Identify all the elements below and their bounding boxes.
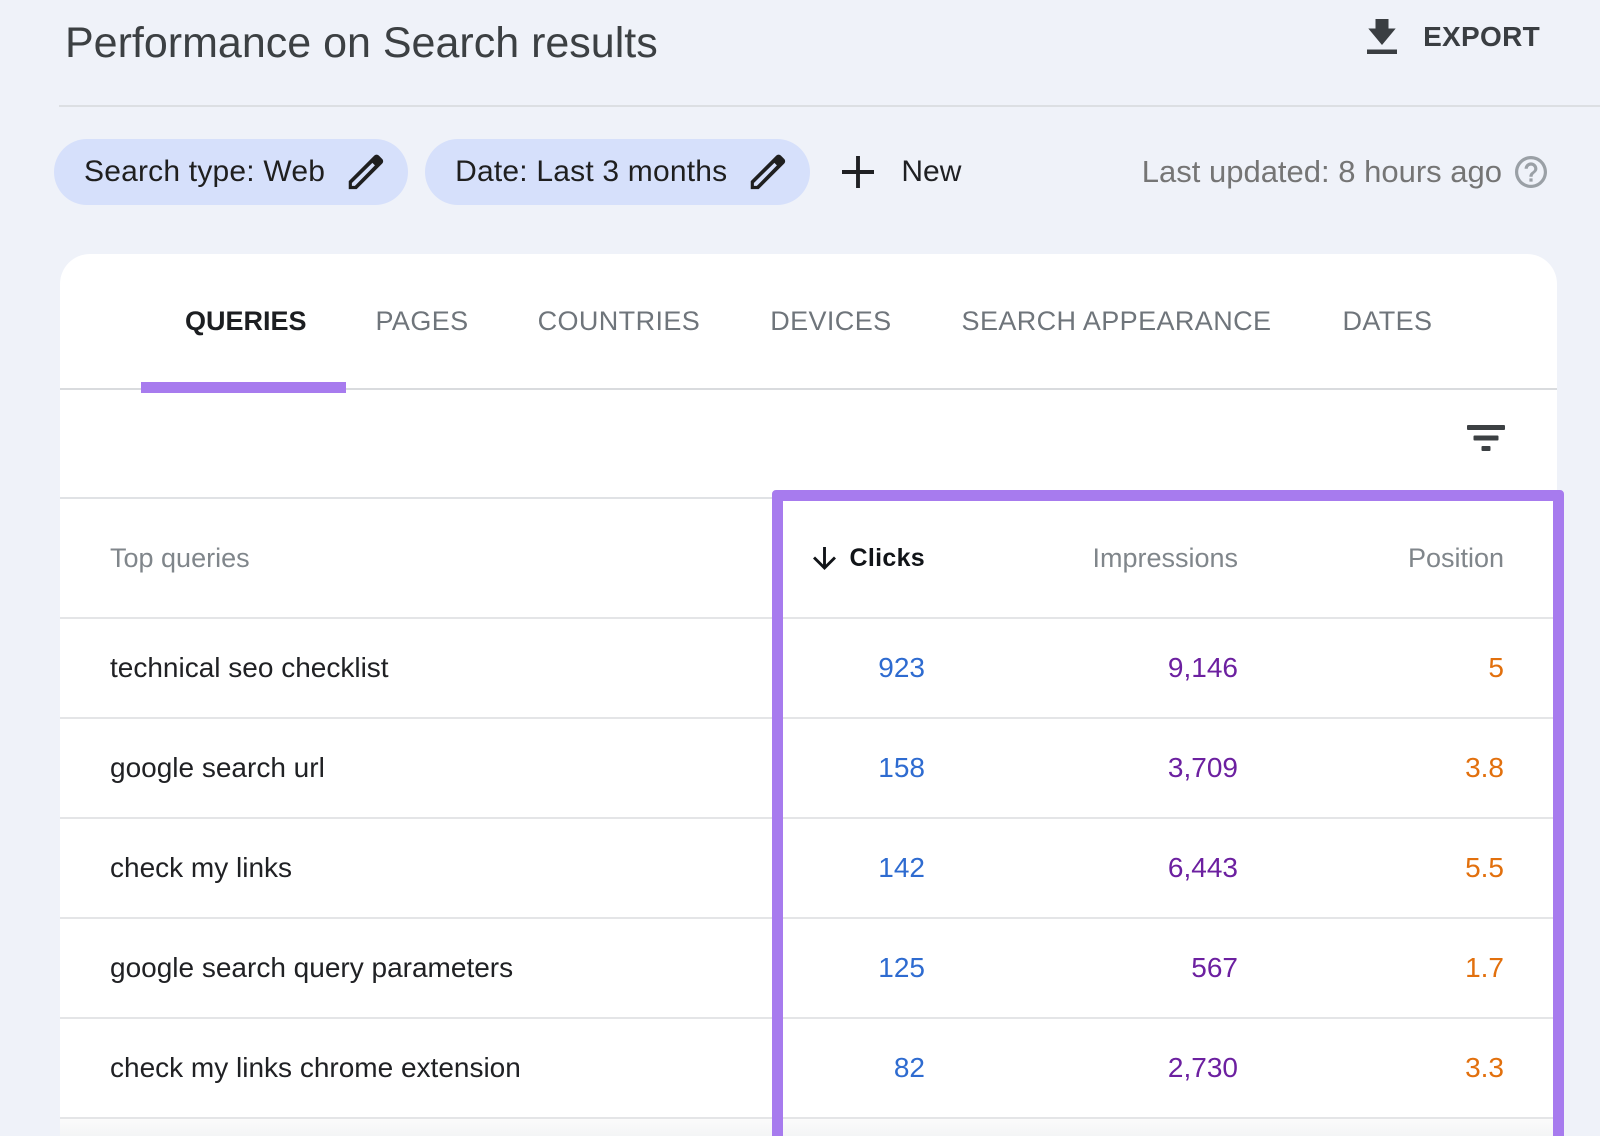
new-filter-label: New [901, 155, 961, 189]
impressions-cell: 567 [925, 952, 1238, 984]
edit-pencil-icon [750, 154, 786, 190]
table-row[interactable]: google search url 158 3,709 3.8 [60, 719, 1557, 819]
table-row[interactable]: technical seo checklist 923 9,146 5 [60, 619, 1557, 719]
query-cell: google search query parameters [110, 952, 610, 984]
page-title: Performance on Search results [65, 19, 658, 67]
tab-queries[interactable]: QUERIES [185, 306, 307, 337]
clicks-cell: 923 [610, 652, 925, 684]
new-filter-button[interactable]: New [842, 155, 961, 189]
last-updated: Last updated: 8 hours ago [1142, 139, 1547, 205]
edit-pencil-icon [348, 154, 384, 190]
clicks-header-label: Clicks [850, 544, 925, 573]
impressions-cell: 9,146 [925, 652, 1238, 684]
download-icon [1367, 19, 1397, 54]
header-divider [59, 105, 1600, 107]
impressions-cell: 3,709 [925, 752, 1238, 784]
plus-icon [842, 156, 874, 188]
tab-bar: QUERIES PAGES COUNTRIES DEVICES SEARCH A… [60, 254, 1557, 390]
filter-icon[interactable] [1467, 425, 1505, 451]
export-button[interactable]: EXPORT [1367, 19, 1540, 54]
clicks-cell: 82 [610, 1052, 925, 1084]
impressions-cell: 6,443 [925, 852, 1238, 884]
table-bottom-strip [60, 1119, 1557, 1136]
report-card: QUERIES PAGES COUNTRIES DEVICES SEARCH A… [60, 254, 1557, 1136]
tab-pages[interactable]: PAGES [376, 306, 469, 337]
column-header-impressions[interactable]: Impressions [925, 543, 1238, 574]
tab-countries[interactable]: COUNTRIES [538, 306, 701, 337]
query-cell: check my links [110, 852, 610, 884]
date-chip[interactable]: Date: Last 3 months [425, 139, 810, 205]
last-updated-text: Last updated: 8 hours ago [1142, 154, 1502, 190]
help-icon[interactable] [1515, 156, 1547, 188]
clicks-cell: 158 [610, 752, 925, 784]
table-header-row: Top queries Clicks Impressions Position [60, 497, 1557, 619]
position-cell: 3.8 [1238, 752, 1504, 784]
date-chip-label: Date: Last 3 months [455, 155, 727, 189]
active-tab-underline-annotation [141, 382, 346, 393]
clicks-cell: 125 [610, 952, 925, 984]
tab-search-appearance[interactable]: SEARCH APPEARANCE [962, 306, 1272, 337]
tab-devices[interactable]: DEVICES [770, 306, 891, 337]
search-type-chip-label: Search type: Web [84, 155, 325, 189]
export-label: EXPORT [1423, 21, 1540, 53]
filter-row: Search type: Web Date: Last 3 months New [54, 139, 961, 205]
search-type-chip[interactable]: Search type: Web [54, 139, 408, 205]
position-cell: 5 [1238, 652, 1504, 684]
clicks-cell: 142 [610, 852, 925, 884]
performance-page: Performance on Search results EXPORT Sea… [0, 0, 1600, 1136]
table-row[interactable]: check my links chrome extension 82 2,730… [60, 1019, 1557, 1119]
position-cell: 1.7 [1238, 952, 1504, 984]
column-header-position[interactable]: Position [1238, 543, 1504, 574]
table-row[interactable]: google search query parameters 125 567 1… [60, 919, 1557, 1019]
query-cell: google search url [110, 752, 610, 784]
table-toolbar [60, 390, 1557, 497]
position-cell: 3.3 [1238, 1052, 1504, 1084]
sort-descending-arrow-icon [813, 547, 836, 570]
column-header-top-queries[interactable]: Top queries [110, 543, 610, 574]
position-cell: 5.5 [1238, 852, 1504, 884]
tab-dates[interactable]: DATES [1342, 306, 1432, 337]
query-cell: technical seo checklist [110, 652, 610, 684]
table-row[interactable]: check my links 142 6,443 5.5 [60, 819, 1557, 919]
query-cell: check my links chrome extension [110, 1052, 610, 1084]
column-header-clicks[interactable]: Clicks [610, 544, 925, 573]
impressions-cell: 2,730 [925, 1052, 1238, 1084]
